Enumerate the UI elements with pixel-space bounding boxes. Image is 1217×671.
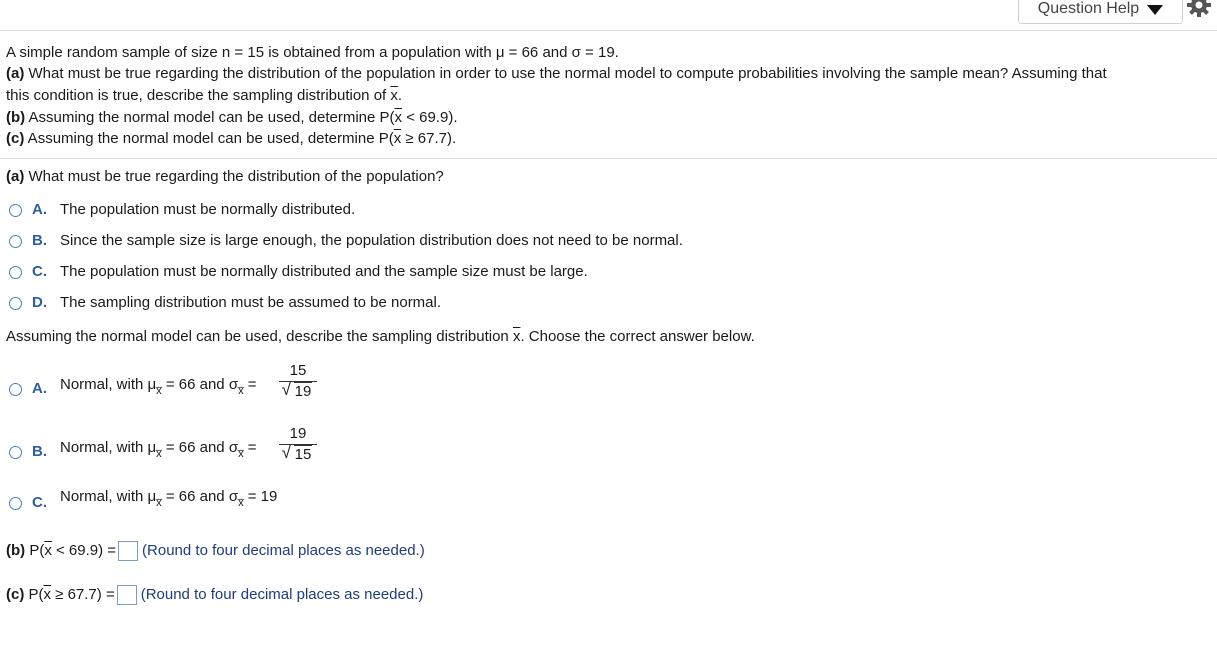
option-letter: C. [32,494,47,511]
option-letter: A. [32,201,47,218]
option-text[interactable]: The population must be normally distribu… [60,200,355,220]
fraction-numerator: 19 [289,425,307,442]
part-c-label: (c) [6,130,25,147]
fraction-denominator: 19 [279,381,317,401]
radio-a-option-a[interactable] [9,204,22,217]
xbar-symbol: x [44,542,52,559]
part-a-text: What must be true regarding the distribu… [24,65,1107,82]
part-a-cont-suffix: . [397,87,403,104]
problem-divider [0,158,1217,159]
question-help-label: Question Help [1037,0,1140,17]
dropdown-triangle-icon [1147,4,1164,15]
question-a-label: (a) [6,168,25,185]
sqrt-value: 19 [293,382,313,400]
text-mid: = 66 and σ [161,376,239,393]
option-text[interactable]: The sampling distribution must be assume… [60,293,441,313]
answer-b-input[interactable] [118,541,139,562]
problem-part-b: (b) Assuming the normal model can be use… [6,108,457,128]
problem-intro: A simple random sample of size n = 15 is… [6,44,619,61]
dist-prompt-post: . Choose the correct answer below. [520,328,755,345]
text-eq: = 19 [243,488,278,505]
option-letter: A. [32,380,47,397]
part-c-text-pre: Assuming the normal model can be used, d… [24,130,394,147]
text-eq: = [243,439,257,456]
problem-part-a: (a) What must be true regarding the dist… [6,64,1107,84]
answer-b-label: (b) [6,542,26,559]
answer-c-note: (Round to four decimal places as needed.… [140,586,424,603]
answer-b-note: (Round to four decimal places as needed.… [142,542,425,559]
xbar-symbol: x [394,109,403,126]
text-mid: = 66 and σ [161,488,239,505]
part-b-text-post: < 69.9). [402,109,458,126]
dist-option-b-text[interactable]: Normal, with μx̅ = 66 and σx̅ = [60,438,257,464]
answer-b-pre: P( [25,542,45,559]
answer-c-post: ≥ 67.7) = [51,586,115,603]
sqrt-icon: 15 [282,444,313,464]
text-mid: = 66 and σ [161,439,239,456]
part-c-text-post: ≥ 67.7). [401,130,457,147]
fraction-numerator: 15 [289,362,307,379]
dist-prompt: Assuming the normal model can be used, d… [6,327,755,347]
sqrt-value: 15 [293,445,313,463]
part-a-cont-prefix: this condition is true, describe the sam… [6,87,391,104]
question-help-button[interactable]: Question Help [1018,0,1183,24]
part-b-text-pre: Assuming the normal model can be used, d… [25,109,395,126]
dist-option-c-text[interactable]: Normal, with μx̅ = 66 and σx̅ = 19 [60,487,277,513]
option-text[interactable]: Since the sample size is large enough, t… [60,231,683,251]
radio-a-option-b[interactable] [9,235,22,248]
question-a-text: What must be true regarding the distribu… [24,168,444,185]
text-eq: = [243,376,257,393]
header-divider [0,30,1217,31]
answer-c-input[interactable] [116,585,137,606]
text-pre: Normal, with μ [60,376,157,393]
text-pre: Normal, with μ [60,439,157,456]
radio-a-option-d[interactable] [9,297,22,310]
part-a-label: (a) [6,65,25,82]
question-a-prompt: (a) What must be true regarding the dist… [6,167,444,187]
option-letter: D. [32,294,47,311]
gear-icon[interactable] [1186,0,1212,18]
dist-prompt-pre: Assuming the normal model can be used, d… [6,328,513,345]
radio-dist-option-c[interactable] [9,497,22,510]
radio-a-option-c[interactable] [9,266,22,279]
answer-c-row: (c) P(x ≥ 67.7) = (Round to four decimal … [6,585,424,606]
fraction: 19 15 [279,425,317,464]
answer-c-pre: P( [24,586,44,603]
sqrt-icon: 19 [282,381,313,401]
problem-part-c: (c) Assuming the normal model can be use… [6,129,456,149]
problem-part-a-cont: this condition is true, describe the sam… [6,86,402,106]
answer-c-label: (c) [6,586,25,603]
answer-b-post: < 69.9) = [51,542,117,559]
radio-dist-option-a[interactable] [9,383,22,396]
xbar-symbol: x [390,87,398,104]
option-letter: B. [32,232,47,249]
fraction: 15 19 [279,362,317,401]
dist-option-a-text[interactable]: Normal, with μx̅ = 66 and σx̅ = [60,375,257,401]
text-pre: Normal, with μ [60,488,157,505]
xbar-symbol: x [43,586,52,603]
radio-dist-option-b[interactable] [9,446,22,459]
part-b-label: (b) [6,109,26,126]
fraction-denominator: 15 [279,444,317,464]
option-letter: B. [32,443,47,460]
option-text[interactable]: The population must be normally distribu… [60,262,588,282]
answer-b-row: (b) P(x < 69.9) = (Round to four decimal … [6,541,425,562]
option-letter: C. [32,263,47,280]
